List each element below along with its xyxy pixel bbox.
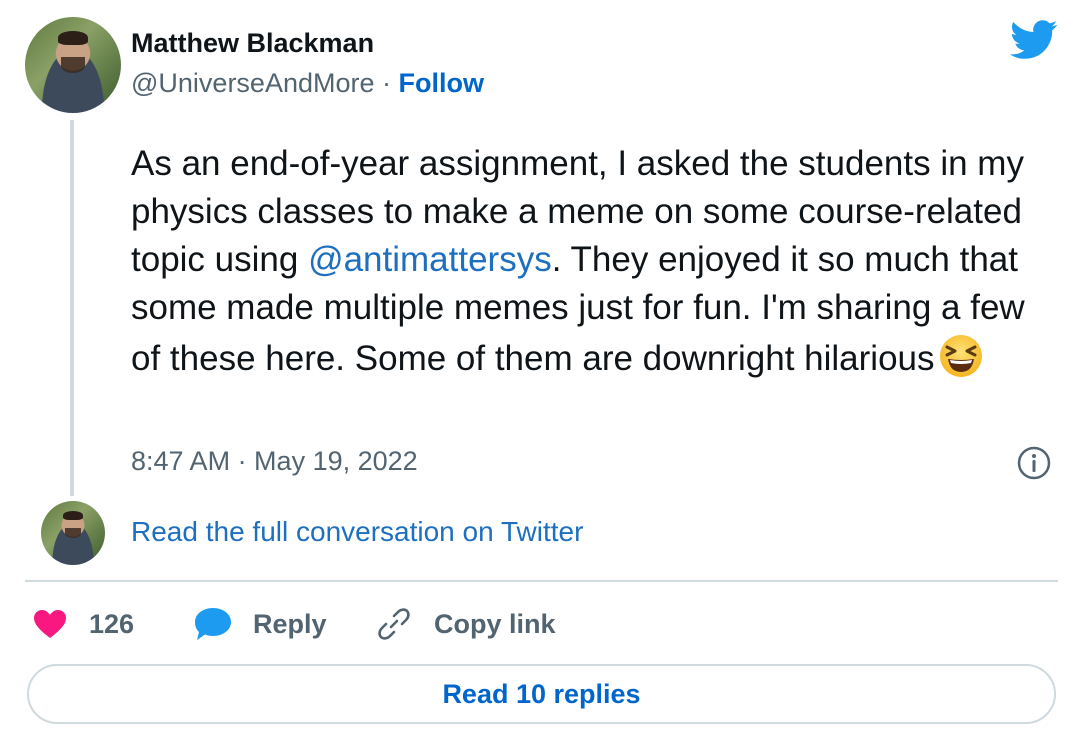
laughing-face-emoji-icon [939, 335, 982, 377]
tweet-text: As an end-of-year assignment, I asked th… [131, 140, 1061, 383]
author-avatar[interactable] [25, 17, 121, 113]
avatar-beard [64, 527, 82, 539]
author-handle[interactable]: @UniverseAndMore [131, 68, 375, 98]
link-icon [378, 608, 410, 640]
avatar-hair [62, 510, 84, 520]
heart-icon [34, 610, 66, 638]
reply-button[interactable]: Reply [193, 604, 327, 644]
copy-link-button[interactable]: Copy link [375, 604, 556, 644]
like-count: 126 [89, 608, 135, 639]
speech-bubble-icon [195, 608, 231, 640]
thread-line [70, 120, 74, 496]
mention-link[interactable]: @antimattersys [308, 240, 552, 279]
tweet-timestamp[interactable]: 8:47 AM · May 19, 2022 [131, 446, 418, 477]
avatar-hair [57, 31, 89, 45]
conversation-avatar[interactable] [41, 501, 105, 565]
avatar-beard [60, 57, 86, 73]
author-name[interactable]: Matthew Blackman [131, 28, 374, 59]
divider [25, 580, 1058, 582]
meta-separator: · [374, 68, 399, 98]
copy-link-label: Copy link [434, 608, 556, 639]
twitter-bird-icon[interactable] [1010, 20, 1058, 60]
follow-button[interactable]: Follow [399, 68, 484, 98]
info-icon[interactable] [1016, 445, 1052, 481]
author-meta: @UniverseAndMore · Follow [131, 68, 484, 99]
like-button[interactable]: 126 [33, 604, 134, 644]
reply-label: Reply [253, 608, 327, 639]
read-conversation-link[interactable]: Read the full conversation on Twitter [131, 516, 583, 548]
read-replies-button[interactable]: Read 10 replies [27, 664, 1056, 724]
